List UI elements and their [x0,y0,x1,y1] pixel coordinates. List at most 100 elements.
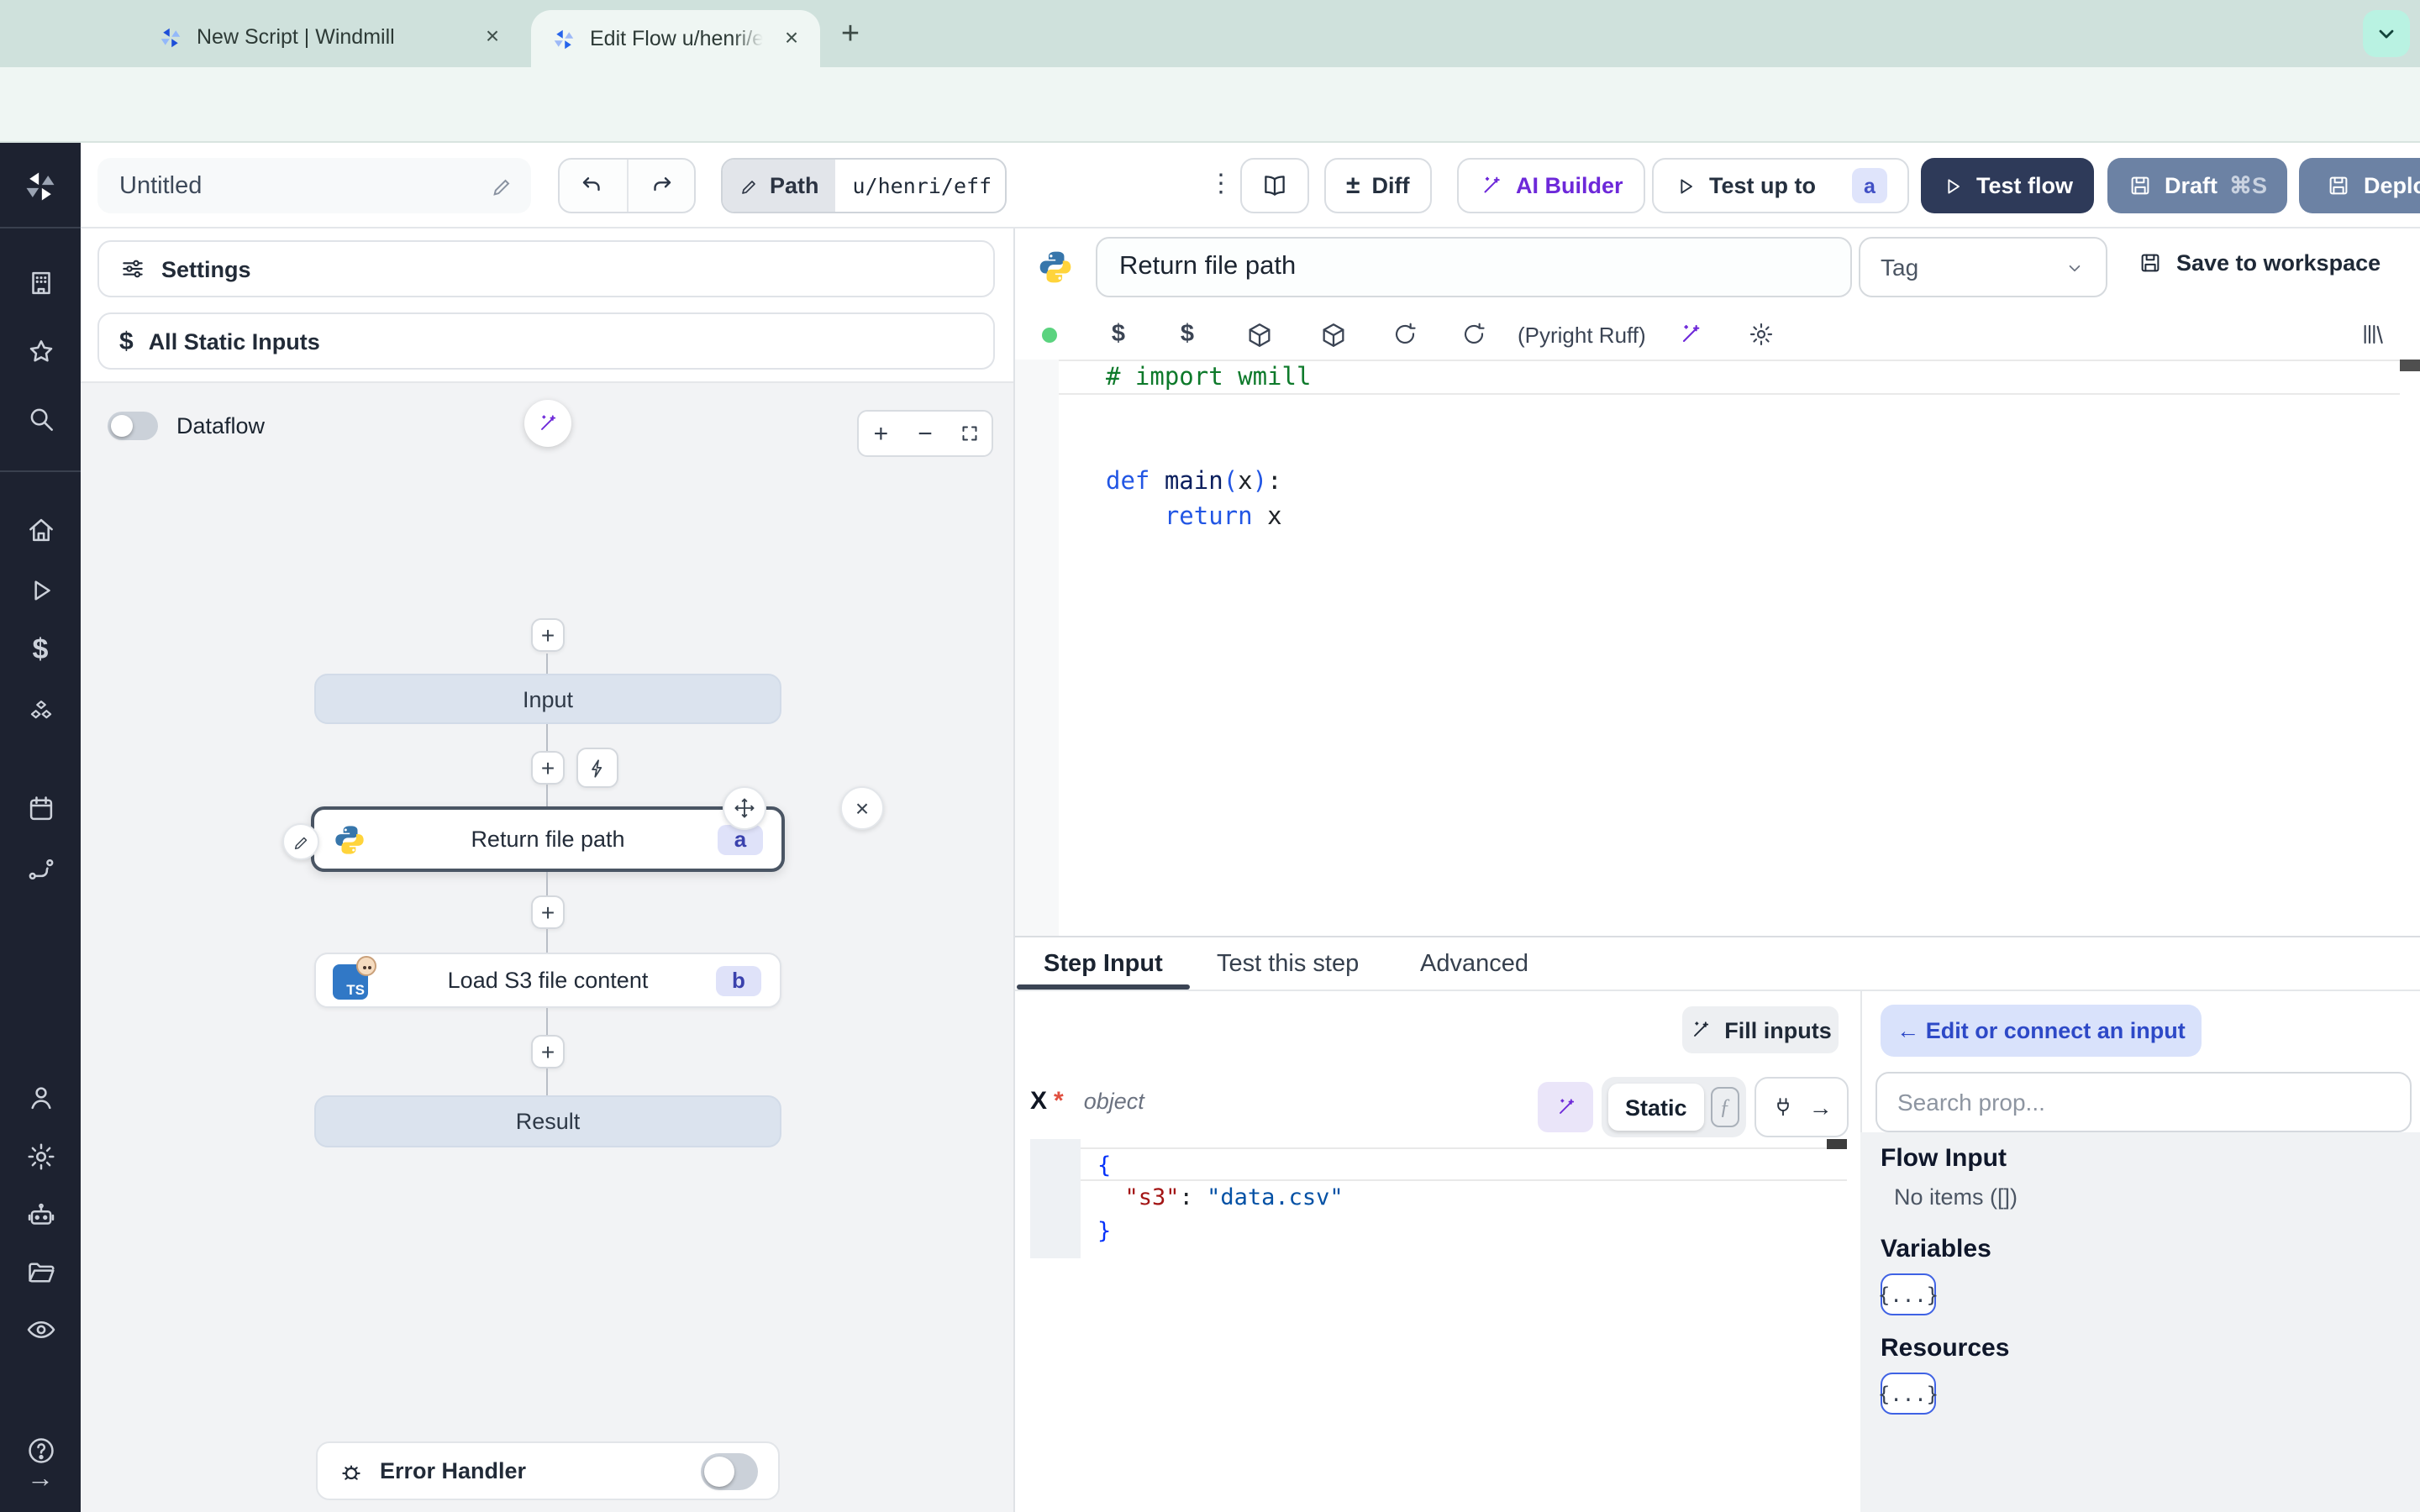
test-up-to-button[interactable]: Test up to a [1652,158,1909,213]
move-step-handle[interactable] [723,786,766,830]
python-code[interactable]: # import wmill def main(x): return x [1059,360,2400,536]
variables-object-chip[interactable]: {...} [1878,1273,1939,1315]
save-to-workspace-button[interactable]: Save to workspace [2138,250,2381,276]
flow-settings-button[interactable]: Settings [97,240,995,297]
editor-settings-button[interactable] [1727,321,1797,348]
sidebar-expand-button[interactable]: → [0,1465,81,1495]
reload-deps-button[interactable] [1370,321,1440,348]
dollar-icon: $ [119,327,134,355]
tab-advanced[interactable]: Advanced [1420,937,1528,990]
add-step-button[interactable]: + [531,618,565,652]
close-tab-icon[interactable]: × [776,24,807,54]
sidebar-item-search[interactable] [0,403,81,435]
active-tab-underline [1017,984,1190,990]
add-trigger-button[interactable] [576,748,618,788]
flow-node-step-a[interactable]: Return file path a × [282,786,884,872]
new-tab-button[interactable]: + [830,15,871,55]
package-button[interactable] [1222,320,1296,349]
help-button[interactable] [0,1435,81,1467]
flow-title-input[interactable]: Untitled [97,158,531,213]
expression-mode-button[interactable]: ƒ [1710,1087,1739,1127]
resources-picker-button[interactable]: $ [1153,321,1222,348]
error-handler-toggle[interactable] [701,1452,758,1489]
plug-icon[interactable] [1770,1095,1794,1119]
edit-or-connect-button[interactable]: ← Edit or connect an input [1881,1005,2202,1057]
sidebar-item-folders[interactable] [0,1257,81,1289]
sidebar-item-home[interactable] [0,514,81,546]
docs-button[interactable] [1240,158,1309,213]
path-chip[interactable]: Path u/henri/eff [721,158,1007,213]
variables-heading: Variables [1881,1235,1991,1263]
search-prop-input[interactable] [1876,1072,2412,1132]
sidebar-item-variables[interactable]: $ [0,633,81,667]
ai-assist-button[interactable] [1656,321,1727,348]
sidebar-item-runs[interactable] [0,575,81,606]
draft-label: Draft [2165,173,2218,198]
variables-picker-button[interactable]: $ [1084,321,1153,348]
sidebar-divider [0,227,81,228]
sidebar-item-audit-logs[interactable] [0,1314,81,1346]
dataflow-toggle[interactable] [108,412,158,440]
sidebar-item-resources[interactable] [0,696,81,727]
edit-step-button[interactable] [282,823,319,860]
library-button[interactable] [2326,321,2420,348]
close-tab-icon[interactable]: × [477,22,508,52]
error-handler-row[interactable]: Error Handler [316,1441,780,1500]
flow-node-step-b[interactable]: TS Load S3 file content b [314,953,781,1008]
windmill-logo[interactable] [0,168,81,205]
fit-view-button[interactable] [947,423,992,444]
diff-button[interactable]: ± Diff [1324,158,1432,213]
zoom-in-button[interactable]: + [859,419,903,448]
more-options-button[interactable]: ⋮ [1208,168,1234,198]
fill-inputs-button[interactable]: Fill inputs [1682,1006,1839,1053]
draft-button[interactable]: Draft ⌘S [2107,158,2288,213]
test-flow-button[interactable]: Test flow [1921,158,2094,213]
package-lock-button[interactable] [1296,320,1370,349]
tab-step-input[interactable]: Step Input [1044,937,1163,990]
json-value-editor[interactable]: { "s3": "data.csv"} [1030,1139,1847,1258]
arrow-right-icon[interactable]: → [1809,1094,1833,1121]
flow-canvas[interactable]: Dataflow + − + Input + Return file path … [81,381,1013,1512]
add-step-button[interactable]: + [531,751,565,785]
reset-button[interactable] [1440,321,1507,348]
tab-search-chevron-button[interactable] [2363,10,2410,57]
step-title-input[interactable] [1096,237,1852,297]
sidebar-item-users[interactable] [0,1082,81,1114]
tag-select[interactable]: Tag [1859,237,2107,297]
resources-object-chip[interactable]: {...} [1878,1373,1939,1415]
sidebar-item-flows[interactable] [0,853,81,885]
flow-node-input[interactable]: Input [314,674,781,724]
redo-button[interactable] [628,160,694,212]
ai-flow-button[interactable] [524,400,571,447]
lint-status[interactable]: (Pyright Ruff) [1507,322,1656,347]
sidebar-item-schedules[interactable] [0,793,81,825]
json-code[interactable]: { "s3": "data.csv"} [1081,1147,1847,1248]
static-mode-button[interactable]: Static [1608,1084,1704,1131]
delete-step-button[interactable]: × [840,786,884,830]
scrollbar-thumb[interactable] [1827,1139,1847,1149]
all-static-inputs-label: All Static Inputs [148,328,320,354]
flow-edge [546,872,548,895]
add-step-button[interactable]: + [531,895,565,929]
editor-gutter [1015,360,1059,936]
undo-button[interactable] [560,160,628,212]
code-editor[interactable]: # import wmill def main(x): return x [1015,360,2420,936]
browser-tab-active[interactable]: Edit Flow u/henri/effortless_fl × [531,10,820,67]
ai-fill-button[interactable] [1538,1082,1593,1132]
add-step-button[interactable]: + [531,1035,565,1068]
sidebar-item-settings[interactable] [0,1141,81,1173]
scrollbar-thumb[interactable] [2400,360,2420,371]
required-asterisk: * [1054,1087,1064,1116]
sidebar-item-workers[interactable] [0,1200,81,1231]
flow-node-result[interactable]: Result [314,1095,781,1147]
ai-builder-button[interactable]: AI Builder [1457,158,1645,213]
deploy-button[interactable]: Deploy [2299,158,2420,213]
step-title: Load S3 file content [447,968,649,993]
tab-test-this-step[interactable]: Test this step [1217,937,1359,990]
all-static-inputs-button[interactable]: $ All Static Inputs [97,312,995,370]
sidebar-item-workspace[interactable] [0,267,81,299]
sidebar-item-favorites[interactable] [0,336,81,368]
browser-tab-inactive[interactable]: New Script | Windmill × [134,13,524,60]
path-value: u/henri/eff [852,173,992,198]
zoom-out-button[interactable]: − [903,419,948,448]
